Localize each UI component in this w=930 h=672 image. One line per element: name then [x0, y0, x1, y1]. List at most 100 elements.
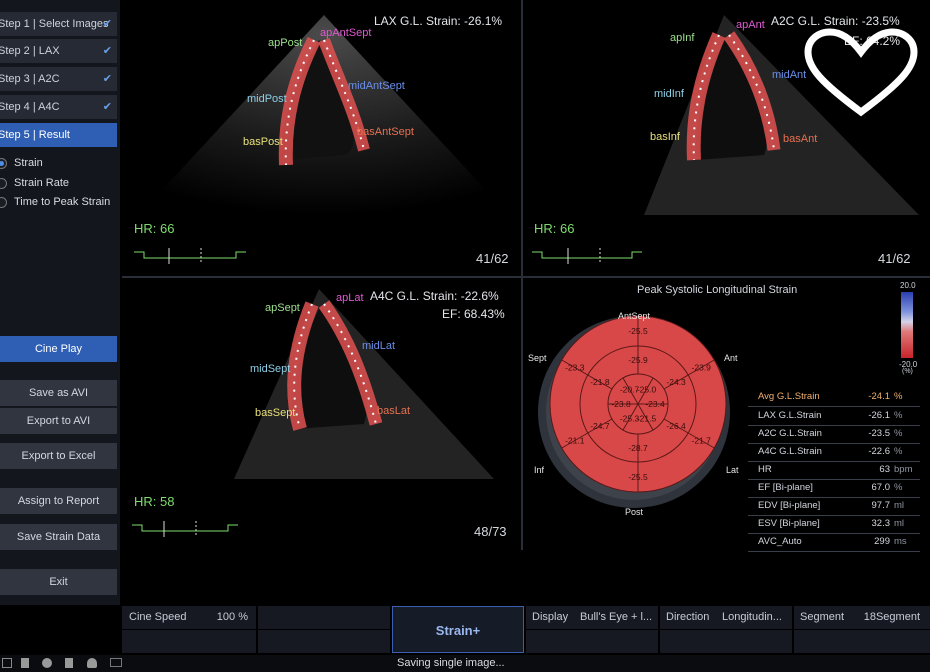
a4c-ef: EF: 68.43% — [442, 307, 505, 321]
segment-label: Segment — [800, 611, 845, 623]
save-as-avi-button[interactable]: Save as AVI — [0, 380, 117, 406]
strain-plus-button[interactable]: Strain+ — [392, 606, 524, 653]
a4c-viewport[interactable]: A4C G.L. Strain: -22.6% EF: 68.43% apSep… — [124, 279, 520, 549]
segment-label-a4c: apLat — [336, 292, 364, 304]
segment-label-a4c: basSept — [255, 407, 296, 419]
segment-label-lax: midPost — [247, 93, 287, 105]
row-unit: ms — [894, 536, 907, 547]
row-value: 32.3 — [871, 518, 891, 529]
step-label: Step 2 | LAX — [0, 45, 60, 57]
a4c-heart-rate: HR: 58 — [134, 494, 175, 509]
row-label: EF [Bi-plane] — [758, 482, 813, 493]
row-value: 97.7 — [871, 500, 891, 511]
step-a2c[interactable]: Step 3 | A2C ✔ — [0, 67, 117, 91]
row-label: EDV [Bi-plane] — [758, 500, 821, 511]
bullseye-value-outer: -23.9 — [692, 363, 712, 373]
step-label: Step 1 | Select Images — [0, 18, 109, 30]
row-value: 299 — [874, 536, 890, 547]
option-label: Time to Peak Strain — [14, 196, 111, 208]
row-value: 67.0 — [871, 482, 891, 493]
bullseye-label-sept: Sept — [528, 353, 547, 363]
row-value: -23.5 — [868, 428, 890, 439]
a4c-frame-counter: 48/73 — [474, 524, 507, 539]
row-value: -24.1 — [868, 391, 890, 402]
segment-label-a2c: apInf — [670, 32, 695, 44]
bullseye-value-inner: -23.4 — [645, 399, 665, 409]
empty-control-slot — [122, 630, 256, 653]
step-result[interactable]: Step 5 | Result — [0, 123, 117, 147]
segment-label-a4c: apSept — [265, 302, 300, 314]
segment-label-lax: basAntSept — [357, 126, 414, 138]
assign-to-report-button[interactable]: Assign to Report — [0, 488, 117, 514]
table-row: HR 63 bpm — [748, 461, 920, 480]
a2c-heart-rate: HR: 66 — [534, 221, 575, 236]
bullseye-label-inf: Inf — [534, 465, 545, 475]
bullseye-value-outer: -25.5 — [628, 326, 648, 336]
cine-play-button[interactable]: Cine Play — [0, 336, 117, 362]
direction-control[interactable]: Direction Longitudin... — [660, 606, 792, 629]
table-row: Avg G.L.Strain -24.1% — [748, 388, 920, 407]
scale-unit: (%) — [902, 368, 913, 375]
display-control[interactable]: Display Bull's Eye + l... — [526, 606, 658, 629]
a2c-frame-counter: 41/62 — [878, 251, 911, 266]
bullseye-value-outer: -21.1 — [565, 436, 585, 446]
bullseye-value-middle: -26.4 — [666, 421, 686, 431]
step-label: Step 4 | A4C — [0, 101, 60, 113]
bullseye-value-middle: -24.3 — [666, 377, 686, 387]
exit-button[interactable]: Exit — [0, 569, 117, 595]
table-row: EDV [Bi-plane] 97.7 ml — [748, 497, 920, 516]
row-unit: % — [894, 482, 903, 493]
display-value: Bull's Eye + l... — [580, 611, 653, 623]
bullseye-chart: -25.5 -23.9 -21.7 -25.5 -21.1 -23.3 -25.9 -24.3… — [549, 315, 727, 493]
radio-selected-icon — [0, 158, 7, 169]
segment-value: 18Segment — [863, 611, 920, 623]
a2c-viewport[interactable]: A2C G.L. Strain: -23.5% EF: 64.2% apInf … — [524, 0, 930, 275]
step-select-images[interactable]: Step 1 | Select Images ✔ — [0, 12, 117, 36]
direction-value: Longitudin... — [722, 611, 782, 623]
row-label: HR — [758, 464, 772, 475]
segment-label-a4c: midLat — [362, 340, 396, 352]
bullseye-value-inner: -23.8 — [611, 399, 631, 409]
empty-control-slot — [258, 630, 390, 653]
segment-control[interactable]: Segment 18Segment — [794, 606, 930, 629]
row-label: AVC_Auto — [758, 536, 802, 547]
segment-label-a2c: basAnt — [783, 133, 818, 145]
row-label: Avg G.L.Strain — [758, 391, 820, 402]
window-icon — [2, 658, 12, 668]
option-label: Strain Rate — [14, 177, 70, 189]
viewport-divider — [521, 0, 523, 550]
export-to-excel-button[interactable]: Export to Excel — [0, 443, 117, 469]
checkmark-icon: ✔ — [102, 45, 112, 57]
empty-control-slot — [660, 630, 792, 653]
row-value: -22.6 — [868, 446, 890, 457]
segment-label-lax: apAntSept — [320, 27, 372, 39]
table-row: A4C G.L.Strain -22.6% — [748, 443, 920, 462]
scale-max: 20.0 — [900, 281, 916, 290]
viewport-divider — [122, 276, 930, 278]
step-a4c[interactable]: Step 4 | A4C ✔ — [0, 95, 117, 119]
row-unit: % — [894, 446, 903, 457]
status-message: Saving single image... — [397, 657, 505, 669]
segment-label-lax: apPost — [268, 37, 303, 49]
bullseye-value-inner: -25.3 — [620, 414, 640, 424]
bullseye-label-antsept: AntSept — [618, 311, 651, 321]
lax-viewport[interactable]: LAX G.L. Strain: -26.1% apPost apAntSept… — [124, 0, 520, 275]
display-label: Display — [532, 611, 569, 623]
step-lax[interactable]: Step 2 | LAX ✔ — [0, 39, 117, 63]
a4c-strain-title: A4C G.L. Strain: -22.6% — [370, 289, 499, 303]
lax-ultrasound-image — [134, 15, 509, 264]
bullseye-title: Peak Systolic Longitudinal Strain — [637, 284, 798, 296]
a2c-strain-title: A2C G.L. Strain: -23.5% — [771, 14, 900, 28]
segment-label-a2c: midInf — [654, 88, 684, 100]
row-unit: % — [894, 428, 903, 439]
segment-label-lax: basPost — [243, 136, 283, 148]
export-to-avi-button[interactable]: Export to AVI — [0, 408, 117, 434]
status-bar: Saving single image... — [0, 655, 930, 672]
segment-label-lax: midAntSept — [348, 80, 405, 92]
cine-speed-control[interactable]: Cine Speed 100 % — [122, 606, 256, 629]
save-strain-data-button[interactable]: Save Strain Data — [0, 524, 117, 550]
checkmark-icon: ✔ — [102, 73, 112, 85]
bullseye-label-ant: Ant — [724, 353, 738, 363]
row-value: 63 — [879, 464, 890, 475]
table-row: LAX G.L.Strain -26.1% — [748, 407, 920, 426]
